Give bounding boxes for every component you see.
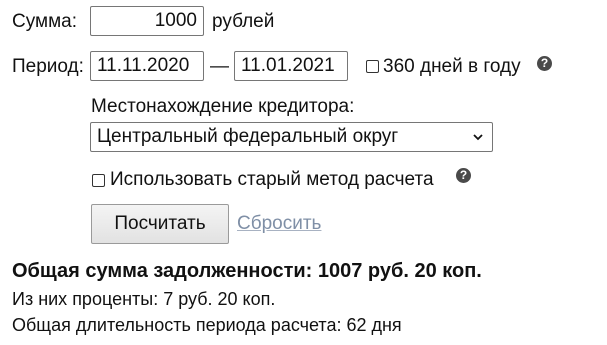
chevron-down-icon (473, 134, 483, 141)
date-to-input[interactable]: 11.01.2021 (234, 51, 348, 81)
days360-checkbox[interactable] (366, 60, 379, 73)
old-method-checkbox[interactable] (92, 174, 105, 187)
sum-label: Сумма: (12, 11, 77, 32)
question-circle-icon[interactable]: ? (456, 168, 471, 183)
interest-amount: Из них проценты: 7 руб. 20 коп. (12, 289, 276, 309)
reset-link[interactable]: Сбросить (237, 212, 321, 236)
calculate-button[interactable]: Посчитать (91, 204, 229, 244)
calculation-duration: Общая длительность периода расчета: 62 д… (12, 315, 402, 335)
sum-input[interactable]: 1000 (90, 6, 204, 36)
date-separator: — (210, 56, 229, 77)
days360-label: 360 дней в году (383, 56, 521, 77)
sum-unit-label: рублей (212, 11, 275, 32)
question-circle-icon[interactable]: ? (537, 56, 552, 71)
creditor-location-select[interactable]: Центральный федеральный округ (90, 122, 493, 152)
period-label: Период: (12, 56, 84, 77)
date-from-input[interactable]: 11.11.2020 (90, 51, 204, 81)
total-debt: Общая сумма задолженности: 1007 руб. 20 … (12, 260, 482, 282)
old-method-label: Использовать старый метод расчета (110, 169, 434, 190)
creditor-location-label: Местонахождение кредитора: (91, 96, 355, 117)
creditor-location-value: Центральный федеральный округ (97, 126, 399, 147)
